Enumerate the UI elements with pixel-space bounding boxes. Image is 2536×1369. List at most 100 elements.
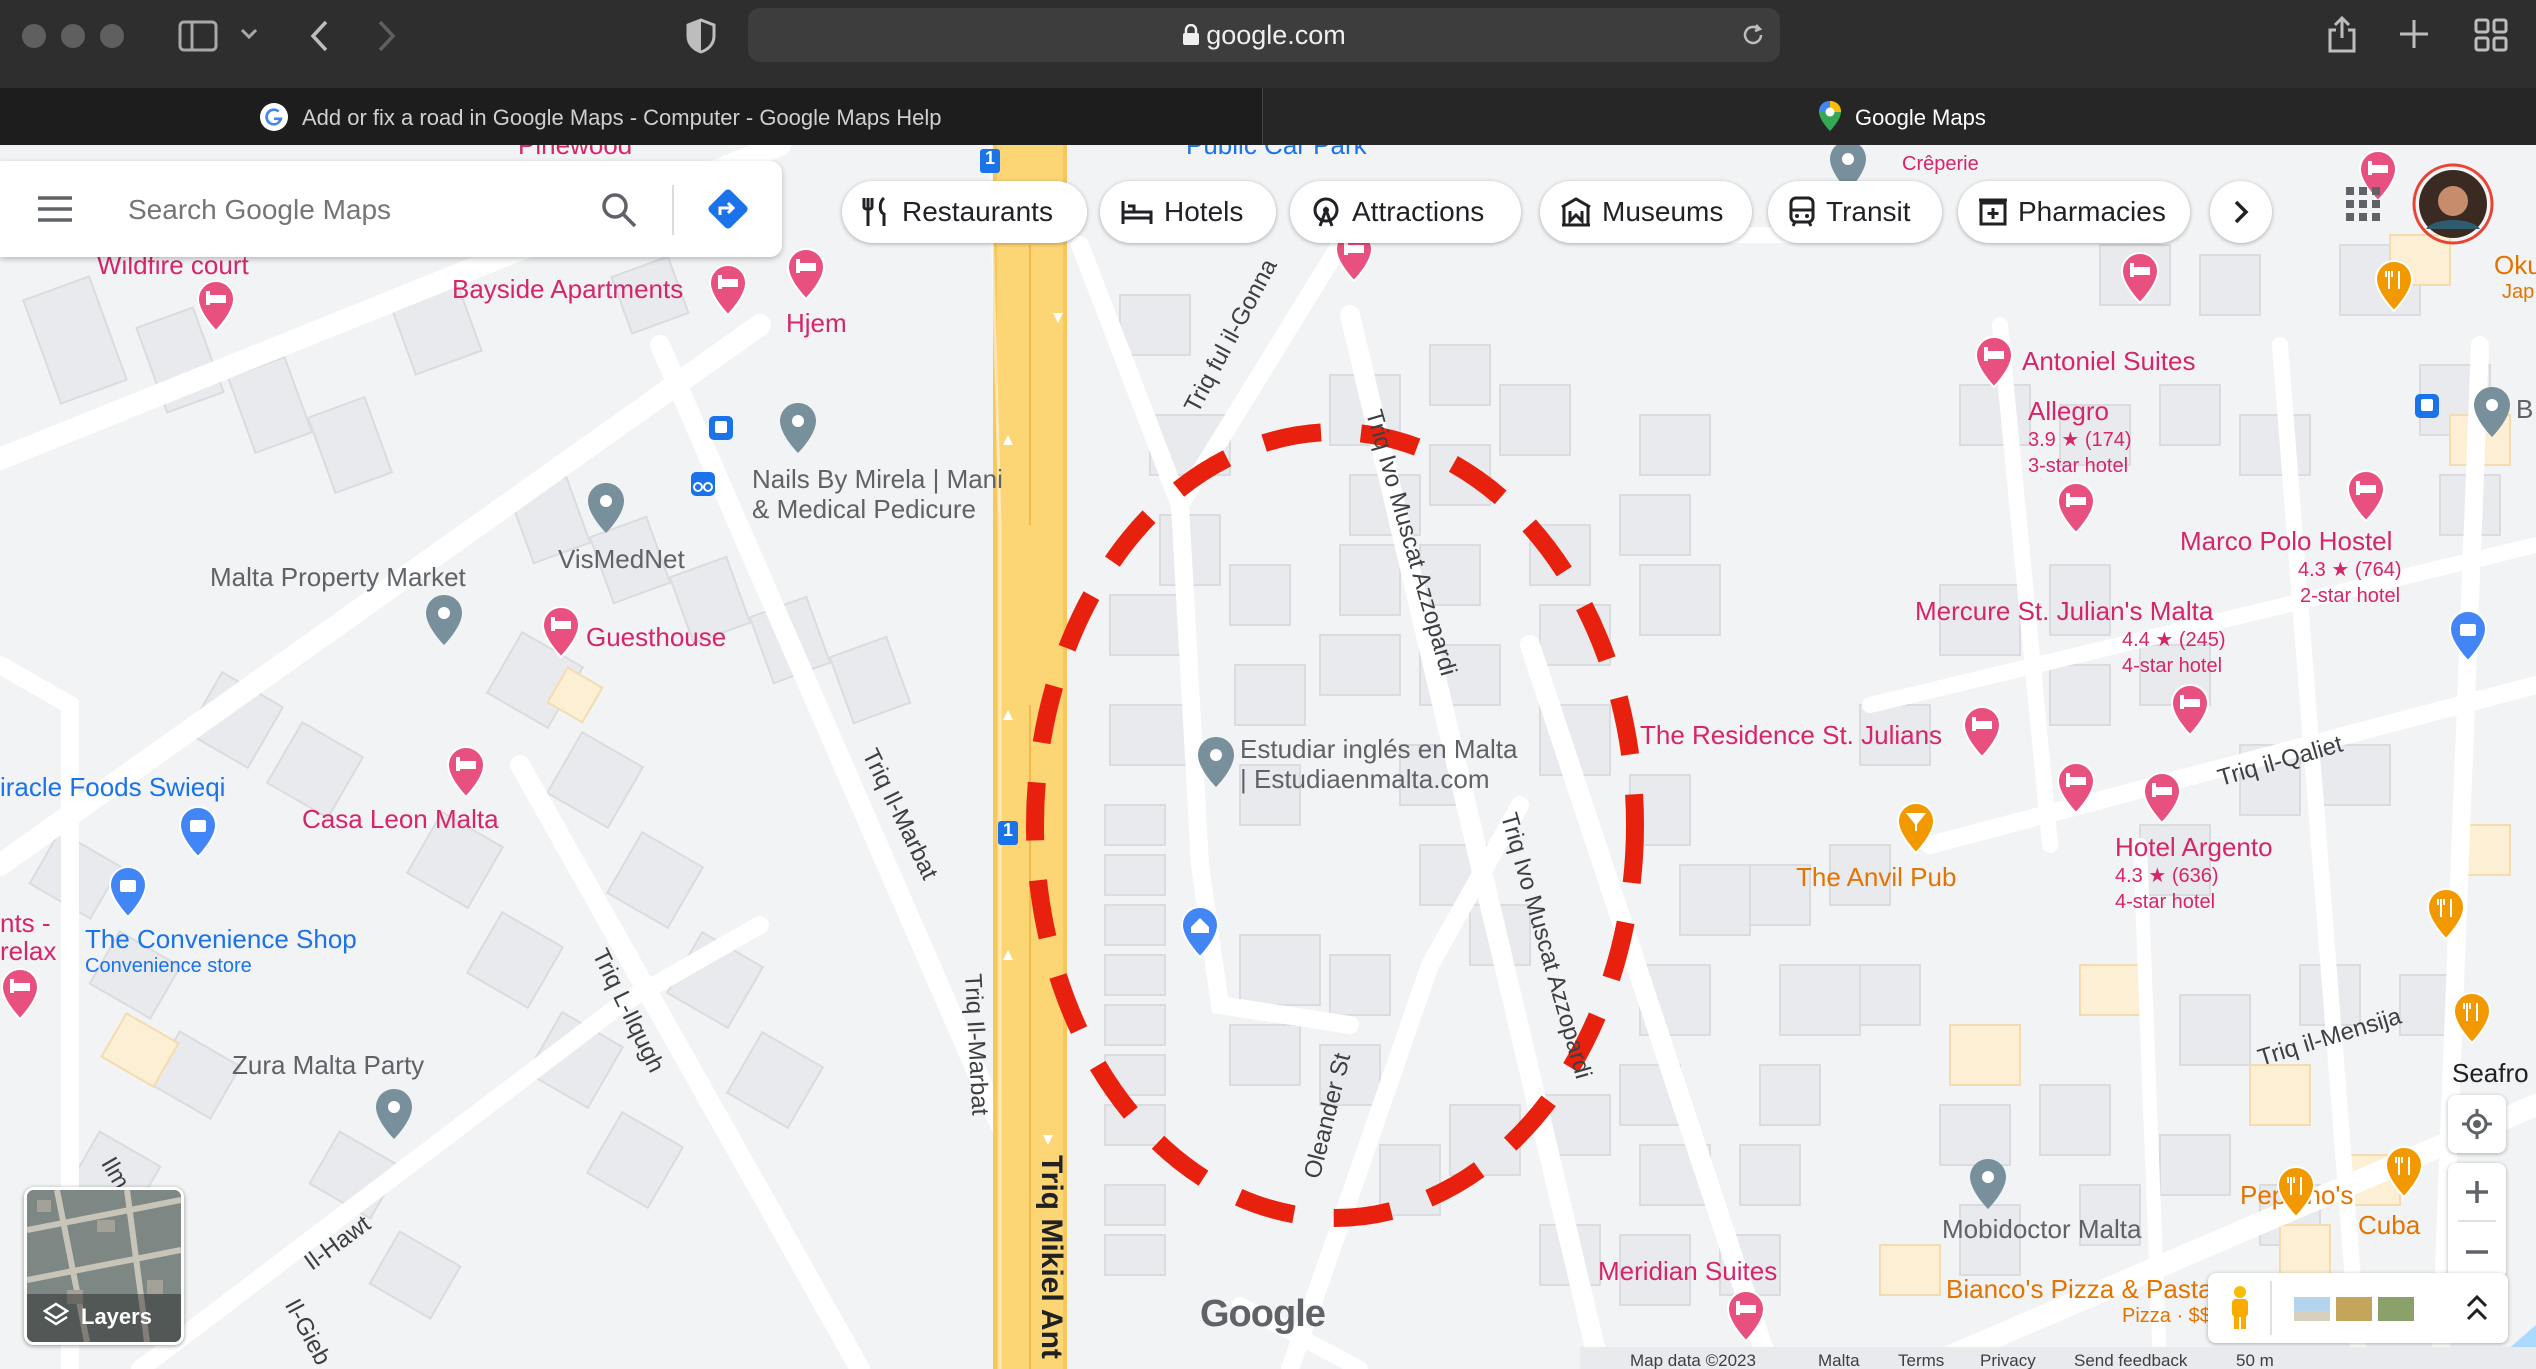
place-label[interactable]: | Estudiaenmalta.com <box>1240 765 1490 794</box>
place-label[interactable]: Zura Malta Party <box>232 1051 424 1080</box>
my-location-button[interactable] <box>2448 1095 2506 1153</box>
restaurant-pin-icon[interactable] <box>2384 1145 2424 1199</box>
chip-attractions[interactable]: Attractions <box>1290 181 1521 243</box>
layers-button[interactable]: Layers <box>24 1187 184 1345</box>
place-label[interactable]: Public Car Park <box>1186 145 1367 160</box>
restaurant-pin-icon[interactable] <box>2426 887 2466 941</box>
place-label[interactable]: Guesthouse <box>586 623 726 652</box>
place-label[interactable]: Hjem <box>786 309 847 338</box>
bus-stop-icon[interactable] <box>708 415 734 441</box>
hotel-pin-icon[interactable] <box>2056 761 2096 815</box>
place-label[interactable]: Mobidoctor Malta <box>1942 1215 2141 1244</box>
avatar[interactable] <box>2412 163 2494 245</box>
place-label[interactable]: Marco Polo Hostel <box>2180 527 2392 556</box>
close-window-button[interactable] <box>22 24 46 48</box>
hotel-pin-icon[interactable] <box>446 745 486 799</box>
poi-pin-icon[interactable] <box>778 401 818 455</box>
poi-pin-icon[interactable] <box>1196 735 1236 789</box>
menu-icon[interactable] <box>36 195 74 223</box>
chips-next-button[interactable] <box>2210 181 2272 243</box>
hotel-pin-icon[interactable] <box>2170 683 2210 737</box>
chevron-up-icon[interactable] <box>2464 1293 2490 1323</box>
place-label[interactable]: Casa Leon Malta <box>302 805 499 834</box>
place-label[interactable]: Bianco's Pizza & Pasta <box>1946 1275 2213 1304</box>
tab-google-maps[interactable]: Google Maps <box>1263 88 2536 145</box>
shopping-pin-icon[interactable] <box>108 865 148 919</box>
privacy-link[interactable]: Privacy <box>1980 1351 2036 1369</box>
apps-grid-icon[interactable] <box>2346 187 2380 221</box>
hotel-pin-icon[interactable] <box>1726 1289 1766 1343</box>
hotel-pin-icon[interactable] <box>786 247 826 301</box>
place-label[interactable]: Nails By Mirela | Mani <box>752 465 1003 494</box>
region-text[interactable]: Malta <box>1818 1351 1860 1369</box>
restaurant-pin-icon[interactable] <box>2374 259 2414 313</box>
place-label[interactable]: & Medical Pedicure <box>752 495 976 524</box>
bike-icon[interactable] <box>690 471 716 497</box>
zoom-in-icon[interactable] <box>2464 1179 2490 1205</box>
map-canvas[interactable]: 1 1 Triq ful il-Gonna Triq Ivo Muscat Az… <box>0 145 2536 1369</box>
hotel-pin-icon[interactable] <box>1962 705 2002 759</box>
shopping-pin-icon[interactable] <box>2448 609 2488 663</box>
chip-pharmacies[interactable]: Pharmacies <box>1958 181 2190 243</box>
place-label[interactable]: Cuba <box>2358 1211 2420 1240</box>
hotel-pin-icon[interactable] <box>0 967 40 1021</box>
share-icon[interactable] <box>2326 14 2358 54</box>
poi-pin-icon[interactable] <box>374 1087 414 1141</box>
reload-icon[interactable] <box>1740 22 1766 48</box>
place-label[interactable]: Bayside Apartments <box>452 275 683 304</box>
send-feedback-link[interactable]: Send feedback <box>2074 1351 2187 1369</box>
hotel-pin-icon[interactable] <box>541 605 581 659</box>
hotel-pin-icon[interactable] <box>2346 469 2386 523</box>
chip-hotels[interactable]: Hotels <box>1100 181 1276 243</box>
bus-stop-icon[interactable] <box>2414 393 2440 419</box>
tab-overview-icon[interactable] <box>2474 18 2508 52</box>
place-label[interactable]: Allegro <box>2028 397 2109 426</box>
place-label[interactable]: Antoniel Suites <box>2022 347 2195 376</box>
place-label[interactable]: Seafro <box>2452 1059 2529 1088</box>
chip-museums[interactable]: Museums <box>1540 181 1752 243</box>
place-label[interactable]: nts - <box>0 909 51 938</box>
search-icon[interactable] <box>600 191 638 229</box>
scale-label[interactable]: 50 m <box>2236 1351 2274 1369</box>
forward-icon[interactable] <box>376 18 398 54</box>
poi-pin-icon[interactable] <box>2472 385 2512 439</box>
new-tab-icon[interactable] <box>2398 18 2430 50</box>
place-label[interactable]: The Convenience Shop <box>85 925 357 954</box>
place-label[interactable]: VisMedNet <box>558 545 685 574</box>
place-label[interactable]: Meridian Suites <box>1598 1257 1777 1286</box>
place-label[interactable]: Hotel Argento <box>2115 833 2273 862</box>
hotel-pin-icon[interactable] <box>708 263 748 317</box>
place-label[interactable]: relax <box>0 937 56 966</box>
back-icon[interactable] <box>308 18 330 54</box>
poi-pin-icon[interactable] <box>424 593 464 647</box>
place-label[interactable]: Okuran <box>2494 251 2536 280</box>
hotel-pin-icon[interactable] <box>2056 481 2096 535</box>
home-pin-icon[interactable] <box>1180 905 1220 959</box>
address-bar[interactable]: google.com <box>748 8 1780 62</box>
hotel-pin-icon[interactable] <box>2120 251 2160 305</box>
zoom-out-icon[interactable] <box>2464 1239 2490 1265</box>
pegman-icon[interactable] <box>2226 1285 2254 1331</box>
layer-thumbnails-icon[interactable] <box>2294 1295 2416 1323</box>
poi-pin-icon[interactable] <box>586 481 626 535</box>
place-label[interactable]: Crêperie <box>1902 153 1979 175</box>
place-label[interactable]: The Anvil Pub <box>1796 863 1956 892</box>
chip-transit[interactable]: Transit <box>1768 181 1942 243</box>
place-label[interactable]: The Residence St. Julians <box>1640 721 1942 750</box>
tab-maps-help[interactable]: Add or fix a road in Google Maps - Compu… <box>0 88 1263 145</box>
place-label[interactable]: iracle Foods Swieqi <box>0 773 225 802</box>
place-label[interactable]: Malta Property Market <box>210 563 466 592</box>
directions-icon[interactable] <box>706 187 750 231</box>
search-input[interactable] <box>126 183 570 237</box>
terms-link[interactable]: Terms <box>1898 1351 1944 1369</box>
place-label[interactable]: Mercure St. Julian's Malta <box>1915 597 2213 626</box>
poi-pin-icon[interactable] <box>1968 1157 2008 1211</box>
hotel-pin-icon[interactable] <box>196 279 236 333</box>
sidebar-icon[interactable] <box>178 20 218 52</box>
maximize-window-button[interactable] <box>100 24 124 48</box>
bar-pin-icon[interactable] <box>1896 801 1936 855</box>
place-label[interactable]: Estudiar inglés en Malta <box>1240 735 1517 764</box>
chip-restaurants[interactable]: Restaurants <box>842 181 1087 243</box>
hotel-pin-icon[interactable] <box>1974 335 2014 389</box>
chevron-down-icon[interactable] <box>240 28 258 40</box>
